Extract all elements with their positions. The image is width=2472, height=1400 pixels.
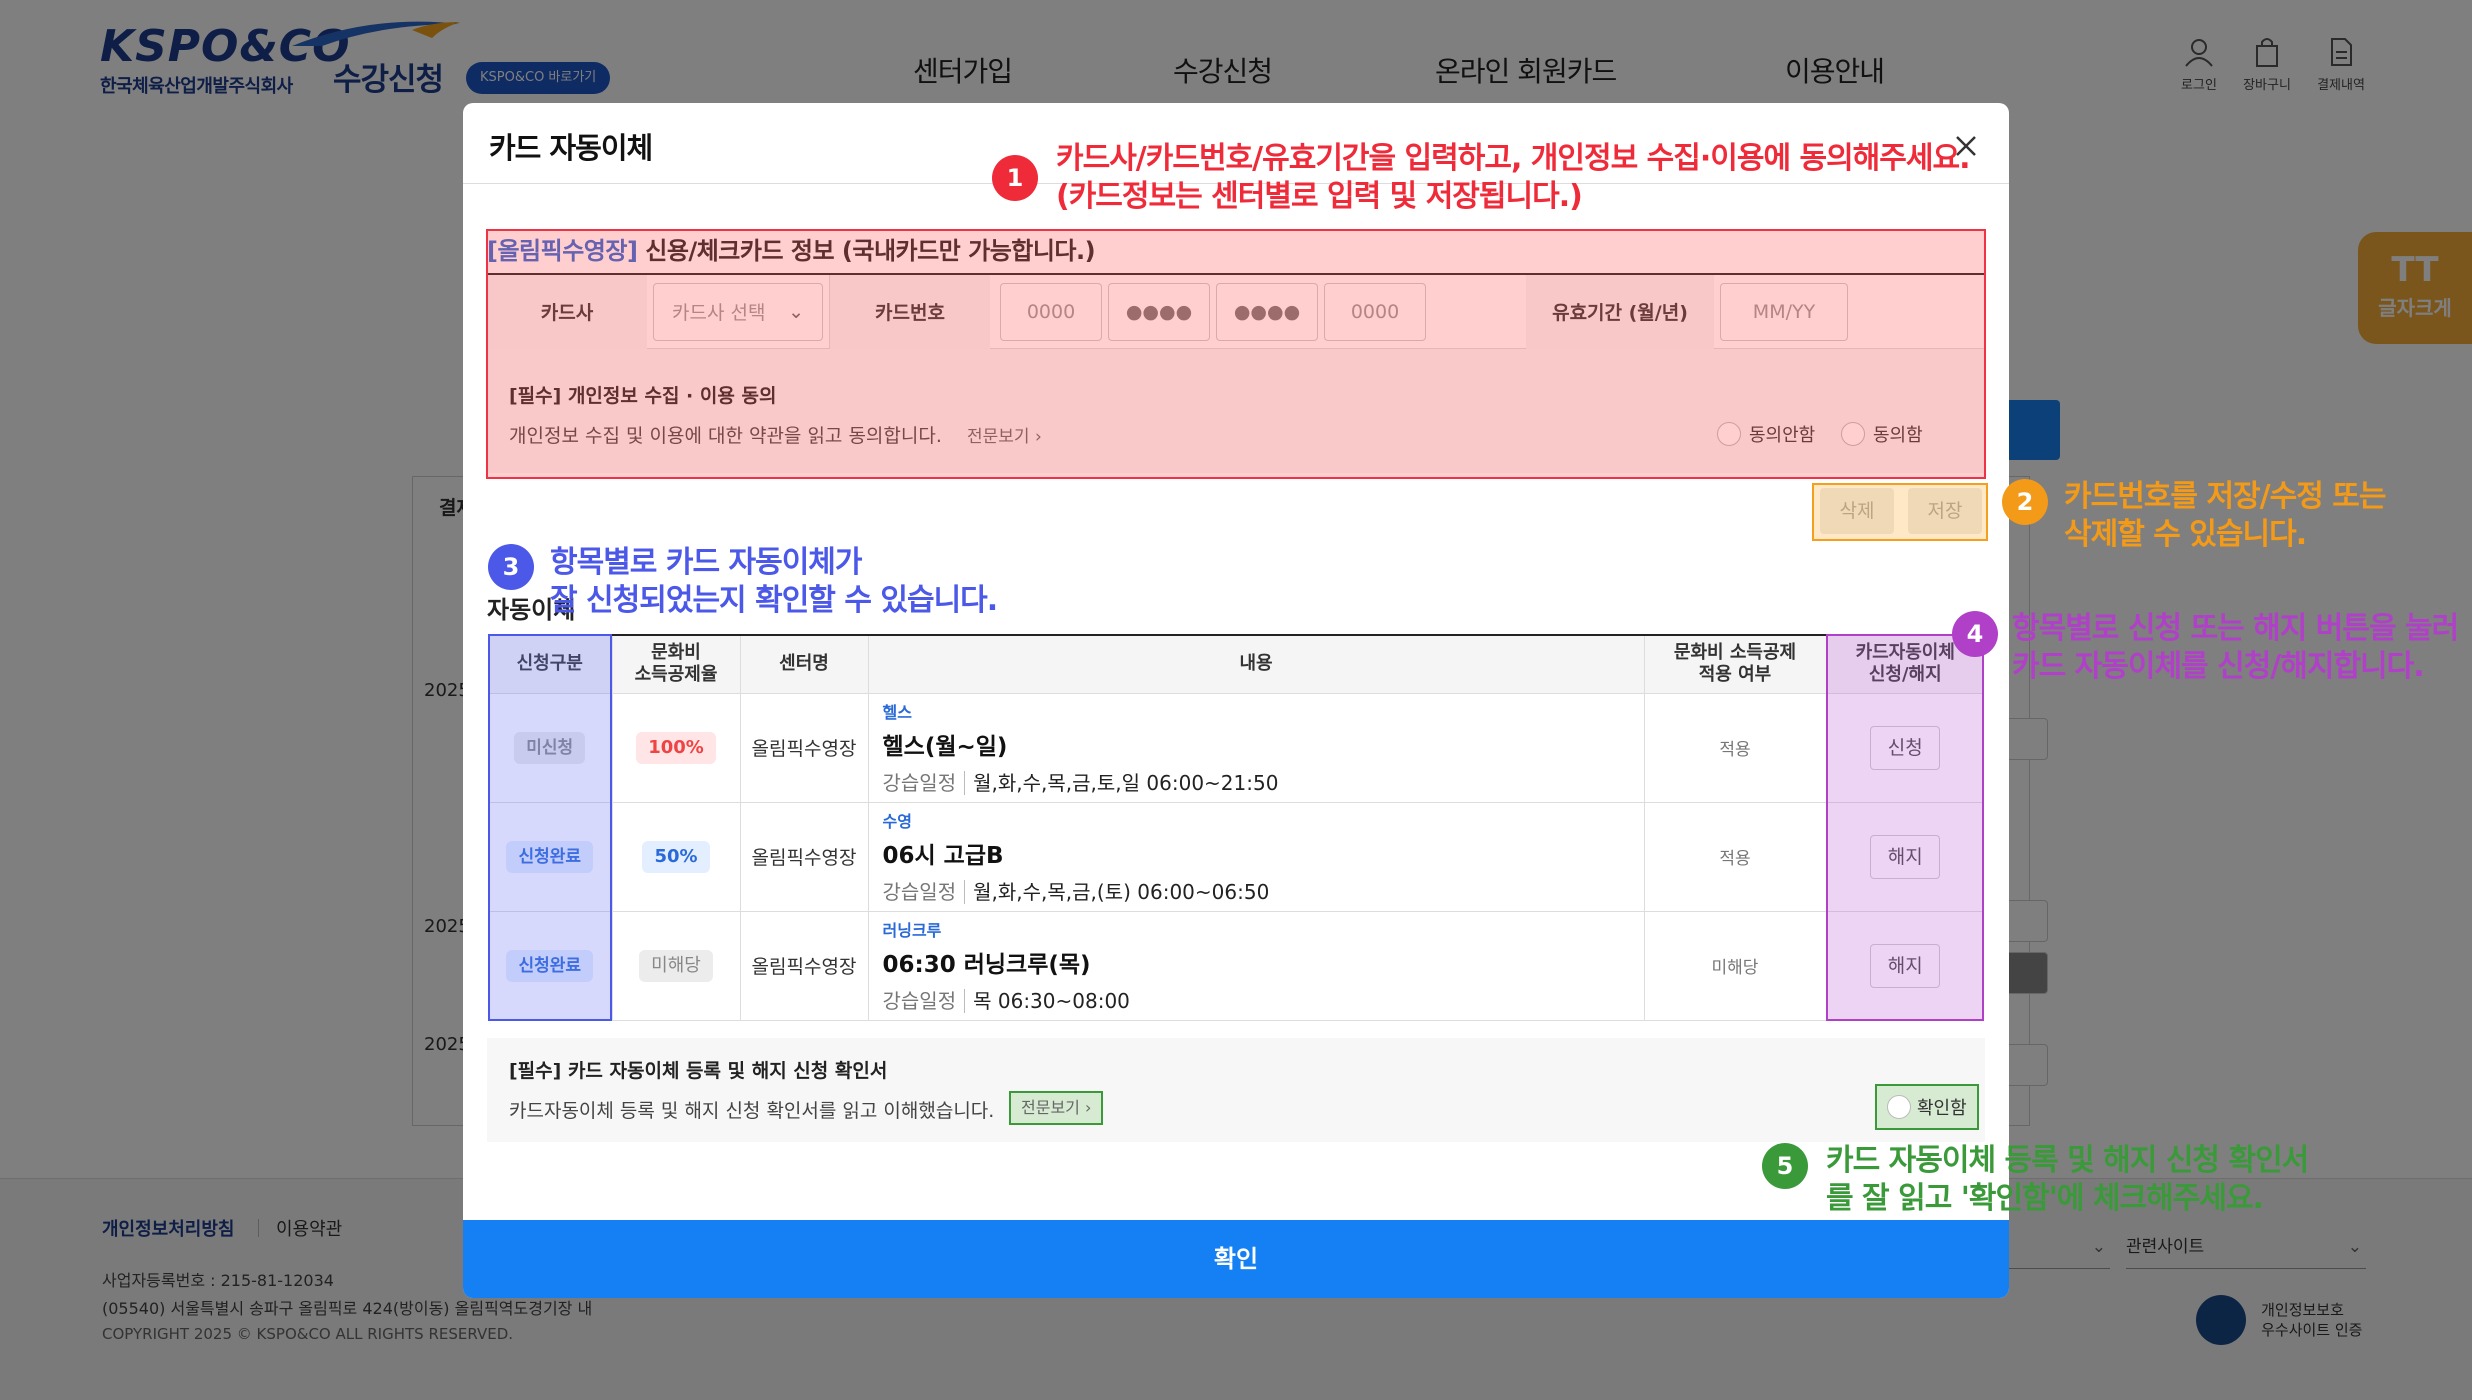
confirm-document-box: [필수] 카드 자동이체 등록 및 해지 신청 확인서 카드자동이체 등록 및 … xyxy=(487,1038,1985,1142)
th-center: 센터명 xyxy=(740,634,869,694)
annotation-4-text: 항목별로 신청 또는 해지 버튼을 눌러 카드 자동이체를 신청/해지합니다. xyxy=(2012,610,2459,686)
th-apply: 문화비 소득공제 적용 여부 xyxy=(1644,634,1827,694)
annotation-2-badge: 2 xyxy=(2002,479,2048,525)
cell-center: 올림픽수영장 xyxy=(740,911,869,1021)
cell-content: 수영 06시 고급B 강습일정 월,화,수,목,금,(토) 06:00~06:50 xyxy=(868,802,1645,912)
schedule-label: 강습일정 xyxy=(882,989,966,1013)
annotation-2-text: 카드번호를 저장/수정 또는 삭제할 수 있습니다. xyxy=(2064,478,2386,554)
annotation-5-badge: 5 xyxy=(1762,1143,1808,1189)
lecture-schedule: 강습일정 목 06:30~08:00 xyxy=(882,985,1644,1014)
confirm-more-label: 전문보기 xyxy=(1021,1098,1080,1117)
lecture-category: 수영 xyxy=(882,812,912,831)
th-rate-text: 문화비 소득공제율 xyxy=(634,642,718,686)
annotation-1-text: 카드사/카드번호/유효기간을 입력하고, 개인정보 수집·이용에 동의해주세요.… xyxy=(1056,140,1970,216)
cell-rate: 100% xyxy=(612,693,741,803)
rate-badge: 50% xyxy=(642,840,710,873)
lecture-category: 헬스 xyxy=(882,703,912,722)
annotation-5-line-1: 카드 자동이체 등록 및 해지 신청 확인서 xyxy=(1826,1143,2309,1178)
highlight-action-column xyxy=(1826,634,1984,1021)
schedule-value: 월,화,수,목,금,(토) 06:00~06:50 xyxy=(973,880,1270,904)
lecture-name: 06시 고급B xyxy=(882,843,1004,869)
apply-text: 미해당 xyxy=(1711,958,1759,978)
highlight-card-buttons xyxy=(1812,483,1988,541)
radio-circle-icon xyxy=(1887,1095,1911,1119)
annotation-3-text: 항목별로 카드 자동이체가 잘 신청되었는지 확인할 수 있습니다. xyxy=(550,544,998,620)
annotation-3-line-2: 잘 신청되었는지 확인할 수 있습니다. xyxy=(550,583,998,618)
cell-rate: 50% xyxy=(612,802,741,912)
table-row: 신청완료 미해당 올림픽수영장 러닝크루 06:30 러닝크루(목) 강습일정 목… xyxy=(488,911,1984,1021)
schedule-value: 월,화,수,목,금,토,일 06:00~21:50 xyxy=(973,771,1279,795)
apply-text: 적용 xyxy=(1719,849,1751,869)
annotation-4-line-1: 항목별로 신청 또는 해지 버튼을 눌러 xyxy=(2012,611,2459,646)
lecture-table: 신청구분 문화비 소득공제율 센터명 내용 문화비 소득공제 적용 여부 카드자… xyxy=(488,634,1984,1021)
annotation-1-badge: 1 xyxy=(992,155,1038,201)
rate-badge: 미해당 xyxy=(639,949,713,982)
th-rate: 문화비 소득공제율 xyxy=(612,634,741,694)
schedule-label: 강습일정 xyxy=(882,880,966,904)
lecture-name: 06:30 러닝크루(목) xyxy=(882,952,1091,978)
highlight-card-section xyxy=(486,229,1986,479)
annotation-1-line-2: (카드정보는 센터별로 입력 및 저장됩니다.) xyxy=(1056,179,1583,214)
cell-rate: 미해당 xyxy=(612,911,741,1021)
confirm-check-radio[interactable]: 확인함 xyxy=(1875,1084,1979,1130)
chevron-right-icon: › xyxy=(1084,1098,1092,1117)
cell-content: 러닝크루 06:30 러닝크루(목) 강습일정 목 06:30~08:00 xyxy=(868,911,1645,1021)
schedule-value: 목 06:30~08:00 xyxy=(973,989,1130,1013)
cell-center: 올림픽수영장 xyxy=(740,802,869,912)
confirm-view-full-link[interactable]: 전문보기 › xyxy=(1009,1091,1104,1125)
rate-badge: 100% xyxy=(636,731,716,764)
annotation-1-line-1: 카드사/카드번호/유효기간을 입력하고, 개인정보 수집·이용에 동의해주세요. xyxy=(1056,141,1970,176)
confirm-desc: 카드자동이체 등록 및 해지 신청 확인서를 읽고 이해했습니다. xyxy=(509,1100,995,1122)
cell-apply: 적용 xyxy=(1644,693,1827,803)
annotation-3-badge: 3 xyxy=(488,544,534,590)
cell-apply: 적용 xyxy=(1644,802,1827,912)
annotation-2-line-2: 삭제할 수 있습니다. xyxy=(2064,517,2307,552)
annotation-5-text: 카드 자동이체 등록 및 해지 신청 확인서 를 잘 읽고 '확인함'에 체크해… xyxy=(1826,1142,2309,1218)
lecture-schedule: 강습일정 월,화,수,목,금,(토) 06:00~06:50 xyxy=(882,876,1644,905)
lecture-category: 러닝크루 xyxy=(882,921,942,940)
cell-center: 올림픽수영장 xyxy=(740,693,869,803)
schedule-label: 강습일정 xyxy=(882,771,966,795)
modal-title: 카드 자동이체 xyxy=(489,131,653,165)
confirm-check-label: 확인함 xyxy=(1917,1098,1967,1119)
table-row: 미신청 100% 올림픽수영장 헬스 헬스(월~일) 강습일정 월,화,수,목,금… xyxy=(488,693,1984,803)
table-header-row: 신청구분 문화비 소득공제율 센터명 내용 문화비 소득공제 적용 여부 카드자… xyxy=(488,634,1984,694)
apply-text: 적용 xyxy=(1719,740,1751,760)
annotation-5-line-2: 를 잘 읽고 '확인함'에 체크해주세요. xyxy=(1826,1181,2264,1216)
annotation-4-line-2: 카드 자동이체를 신청/해지합니다. xyxy=(2012,649,2425,684)
th-content: 내용 xyxy=(868,634,1645,694)
confirm-title: [필수] 카드 자동이체 등록 및 해지 신청 확인서 xyxy=(509,1060,888,1082)
lecture-schedule: 강습일정 월,화,수,목,금,토,일 06:00~21:50 xyxy=(882,767,1644,796)
lecture-name: 헬스(월~일) xyxy=(882,734,1008,760)
confirm-button[interactable]: 확인 xyxy=(463,1220,2009,1298)
table-row: 신청완료 50% 올림픽수영장 수영 06시 고급B 강습일정 월,화,수,목,금… xyxy=(488,802,1984,912)
annotation-2-line-1: 카드번호를 저장/수정 또는 xyxy=(2064,479,2386,514)
highlight-status-column xyxy=(488,634,612,1021)
annotation-3-line-1: 항목별로 카드 자동이체가 xyxy=(550,545,863,580)
annotation-4-badge: 4 xyxy=(1952,611,1998,657)
cell-content: 헬스 헬스(월~일) 강습일정 월,화,수,목,금,토,일 06:00~21:50 xyxy=(868,693,1645,803)
cell-apply: 미해당 xyxy=(1644,911,1827,1021)
th-apply-text: 문화비 소득공제 적용 여부 xyxy=(1673,642,1797,686)
